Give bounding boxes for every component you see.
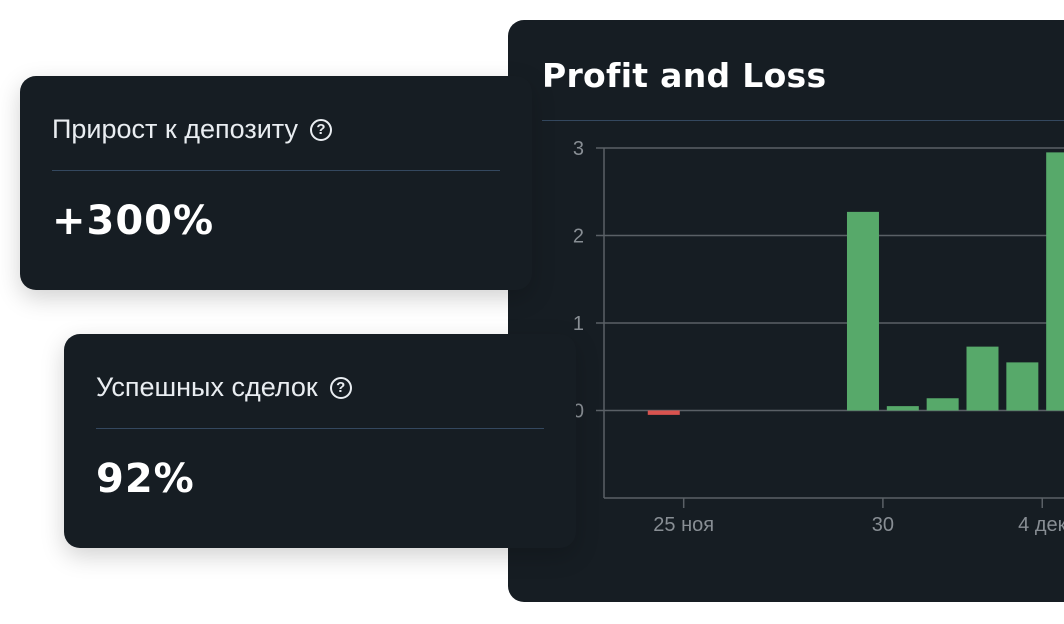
stat-divider	[52, 170, 500, 171]
y-tick-label: 3	[573, 138, 584, 160]
successful-trades-label: Успешных сделок	[96, 372, 318, 402]
profit-bar	[926, 398, 959, 411]
deposit-growth-label: Прирост к депозиту	[52, 114, 298, 144]
stat-divider	[96, 428, 544, 429]
y-tick-label: 1	[573, 313, 584, 335]
successful-trades-value: 92%	[96, 456, 195, 502]
profit-bar	[966, 346, 999, 411]
pnl-chart: 012325 ноя 30 4 дек	[573, 138, 1064, 536]
deposit-growth-value: +300%	[52, 198, 215, 244]
successful-trades-label-row: Успешных сделок ?	[96, 372, 352, 403]
pnl-card: Profit and Loss 0 1 2 3 25 ноя 30 4 дек	[508, 20, 1064, 602]
profit-bar	[846, 211, 879, 411]
profit-bar	[1006, 362, 1039, 411]
x-tick-label: 4 дек	[1018, 514, 1064, 536]
deposit-growth-label-row: Прирост к депозиту ?	[52, 114, 332, 145]
help-icon[interactable]: ?	[329, 376, 352, 399]
profit-bar	[886, 406, 919, 411]
loss-bar	[647, 410, 680, 415]
x-tick-label: 30	[872, 514, 894, 536]
profit-bar	[1046, 152, 1064, 411]
x-tick-label: 25 ноя	[653, 514, 714, 536]
deposit-growth-card: Прирост к депозиту ? +300%	[20, 76, 532, 290]
y-tick-label: 2	[573, 226, 584, 248]
successful-trades-card: Успешных сделок ? 92%	[64, 334, 576, 548]
help-icon[interactable]: ?	[309, 118, 332, 141]
